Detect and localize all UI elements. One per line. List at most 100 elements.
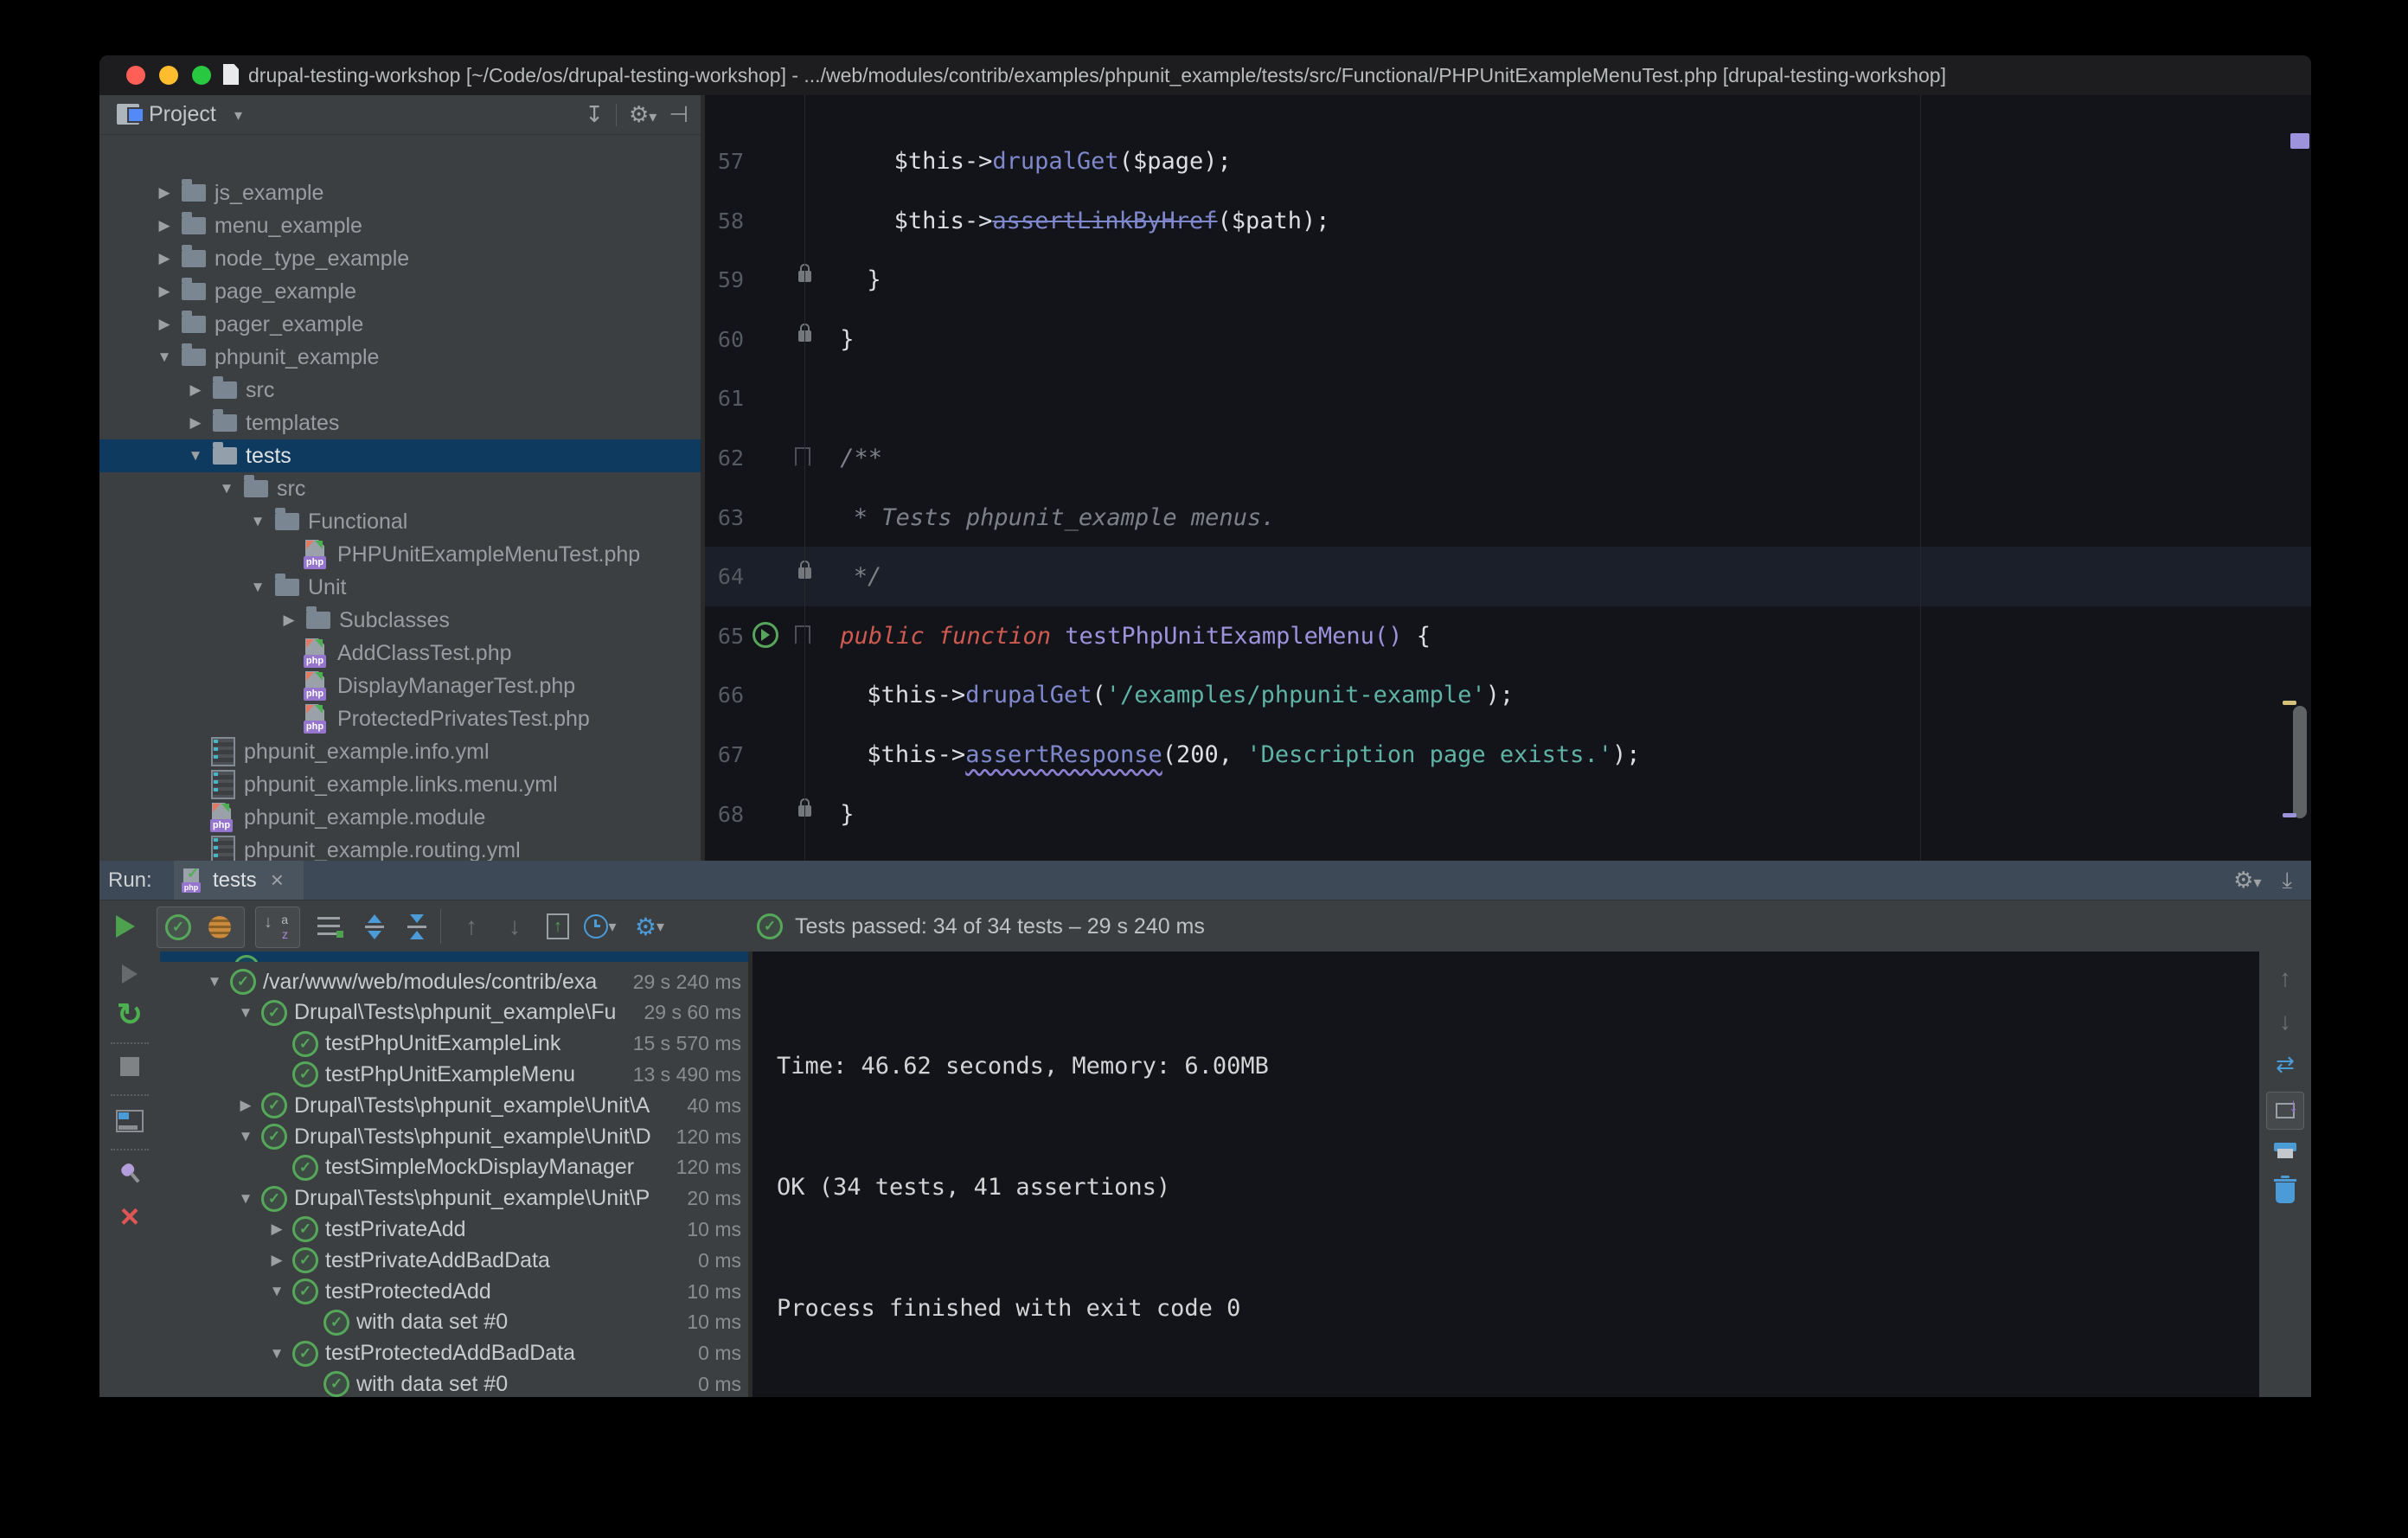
chevron-expanded-icon[interactable]: ▼ [185,447,206,465]
editor-line-58[interactable]: 58 $this->assertLinkByHref($path); [705,191,2311,251]
rerun-tests-button[interactable] [106,907,144,945]
project-tree-item-unit[interactable]: ▼ Unit [99,571,701,604]
editor-line-59[interactable]: 59} [705,250,2311,310]
chevron-collapsed-icon[interactable]: ▶ [185,414,206,432]
run-test-gutter-icon[interactable] [752,621,778,648]
chevron-expanded-icon[interactable]: ▼ [154,349,175,366]
editor-line-57[interactable]: 57 $this->drupalGet($page); [705,131,2311,191]
test-row-with-data-set-0[interactable]: with data set #0 0 ms [160,1368,748,1397]
restore-layout-icon[interactable] [99,1110,160,1132]
run-settings-gear-icon[interactable]: ⚙▾ [2233,867,2261,894]
collapse-all-icon[interactable] [398,907,436,945]
close-tab-icon[interactable]: × [271,867,284,894]
test-row-drupal-tests-phpunit-example-unit-p[interactable]: ▼ Drupal\Tests\phpunit_example\Unit\P 20 m… [160,1183,748,1214]
test-row-drupal-tests-phpunit-example-unit-d[interactable]: ▼ Drupal\Tests\phpunit_example\Unit\D 120 … [160,1121,748,1152]
project-tree-item-phpunit-example-info-yml[interactable]: phpunit_example.info.yml [99,735,701,768]
chevron-collapsed-icon[interactable]: ▶ [230,1097,261,1114]
editor-line-61[interactable]: 61 [705,368,2311,428]
close-window-button[interactable] [126,66,145,85]
test-root-row-partial[interactable] [160,952,748,962]
test-row-drupal-tests-phpunit-example-unit-a[interactable]: ▶ Drupal\Tests\phpunit_example\Unit\A 40 m… [160,1090,748,1121]
sort-alphabetically-toggle[interactable]: ↓ [255,907,300,948]
project-tree-item-src[interactable]: ▶ src [99,374,701,407]
show-passed-toggle[interactable] [157,914,199,940]
soft-wrap-icon[interactable]: ⇄ [2259,1051,2311,1078]
test-row-testphpunitexamplemenu[interactable]: testPhpUnitExampleMenu 13 s 490 ms [160,1059,748,1090]
chevron-expanded-icon[interactable]: ▼ [230,1004,261,1022]
pin-tab-icon[interactable] [99,1161,160,1189]
project-tree-item-phpunit-example[interactable]: ▼ phpunit_example [99,341,701,374]
next-failed-test-icon[interactable]: ↓ [496,907,534,945]
gear-icon[interactable]: ⚙▾ [629,101,656,128]
test-history-icon[interactable]: ▾ [581,907,619,945]
chevron-expanded-icon[interactable]: ▼ [230,1190,261,1208]
chevron-collapsed-icon[interactable]: ▶ [154,217,175,234]
editor-line-60[interactable]: 60} [705,310,2311,369]
chevron-expanded-icon[interactable]: ▼ [216,480,237,497]
project-panel-title[interactable]: Project [149,95,216,134]
scroll-up-icon[interactable]: ↑ [2259,964,2311,992]
test-row-testprotectedadd[interactable]: ▼ testProtectedAdd 10 ms [160,1276,748,1307]
stripe-tick-yellow[interactable] [2283,701,2296,705]
rerun-failed-tests-icon[interactable] [99,964,160,984]
project-tree-item-menu-example[interactable]: ▶ menu_example [99,209,701,242]
project-tree-item-tests[interactable]: ▼ tests [99,439,701,472]
project-tree-item-phpunitexamplemenutest-php[interactable]: php PHPUnitExampleMenuTest.php [99,538,701,571]
chevron-collapsed-icon[interactable]: ▶ [261,1221,292,1238]
project-tree-item-subclasses[interactable]: ▶ Subclasses [99,604,701,637]
chevron-down-icon[interactable]: ▾ [234,106,242,125]
chevron-expanded-icon[interactable]: ▼ [230,1128,261,1145]
editor-line-62[interactable]: 62 /** [705,428,2311,488]
chevron-collapsed-icon[interactable]: ▶ [185,381,206,399]
chevron-collapsed-icon[interactable]: ▶ [154,184,175,202]
stop-icon[interactable] [99,1057,160,1076]
previous-failed-test-icon[interactable]: ↑ [452,907,490,945]
test-row--var-www-web-modules-contrib-exa[interactable]: ▼ /var/www/web/modules/contrib/exa 29 s 24… [160,966,748,997]
scroll-to-end-icon[interactable] [2259,1092,2311,1130]
project-tree-item-phpunit-example-links-menu-yml[interactable]: phpunit_example.links.menu.yml [99,768,701,801]
project-tree-item-src[interactable]: ▼ src [99,472,701,505]
project-tree-item-displaymanagertest-php[interactable]: php DisplayManagerTest.php [99,670,701,702]
test-row-with-data-set-0[interactable]: with data set #0 10 ms [160,1307,748,1338]
rerun-icon[interactable]: ↻ [99,999,160,1030]
hide-panel-icon[interactable]: ⊣ [669,101,688,128]
test-row-testprivateaddbaddata[interactable]: ▶ testPrivateAddBadData 0 ms [160,1245,748,1276]
chevron-expanded-icon[interactable]: ▼ [261,1345,292,1362]
sort-by-duration-icon[interactable] [310,907,348,945]
project-tree-item-addclasstest-php[interactable]: php AddClassTest.php [99,637,701,670]
editor-line-66[interactable]: 66 $this->drupalGet('/examples/phpunit-ex… [705,665,2311,725]
run-tab-tests[interactable]: php ✓ tests × [174,861,304,900]
expand-all-icon[interactable] [355,907,394,945]
chevron-expanded-icon[interactable]: ▼ [199,973,230,990]
editor-line-64[interactable]: 64 */ [705,547,2311,607]
test-row-drupal-tests-phpunit-example-fu[interactable]: ▼ Drupal\Tests\phpunit_example\Fu 29 s 60 … [160,997,748,1029]
zoom-window-button[interactable] [192,66,211,85]
locate-file-icon[interactable]: ↧ [585,101,604,128]
chevron-expanded-icon[interactable]: ▼ [247,579,268,596]
chevron-collapsed-icon[interactable]: ▶ [154,316,175,333]
editor-line-67[interactable]: 67 $this->assertResponse(200, 'Descriptio… [705,725,2311,785]
chevron-collapsed-icon[interactable]: ▶ [279,612,299,629]
project-tree-item-js-example[interactable]: ▶ js_example [99,176,701,209]
test-row-testprotectedaddbaddata[interactable]: ▼ testProtectedAddBadData 0 ms [160,1338,748,1369]
chevron-expanded-icon[interactable]: ▼ [261,1283,292,1300]
clear-all-icon[interactable] [2259,1176,2311,1203]
project-tree-item-node-type-example[interactable]: ▶ node_type_example [99,242,701,275]
project-tree-item-page-example[interactable]: ▶ page_example [99,275,701,308]
project-tree-item-protectedprivatestest-php[interactable]: php ProtectedPrivatesTest.php [99,702,701,735]
editor-line-63[interactable]: 63 * Tests phpunit_example menus. [705,488,2311,548]
project-tree-item-functional[interactable]: ▼ Functional [99,505,701,538]
editor-line-69[interactable]: 69 [705,843,2311,861]
chevron-collapsed-icon[interactable]: ▶ [261,1252,292,1269]
project-tree-item-phpunit-example-routing-yml[interactable]: phpunit_example.routing.yml [99,834,701,861]
show-ignored-toggle[interactable] [199,916,240,939]
project-tree-item-phpunit-example-module[interactable]: php phpunit_example.module [99,801,701,834]
minimize-window-button[interactable] [159,66,178,85]
print-icon[interactable] [2259,1140,2311,1159]
test-options-gear-icon[interactable]: ⚙ ▾ [631,907,669,945]
editor-line-68[interactable]: 68} [705,785,2311,844]
code-editor[interactable]: 57 $this->drupalGet($page); 58 $this->asser… [705,95,2311,861]
dock-panel-icon[interactable]: ⤓ [2283,867,2293,894]
close-panel-icon[interactable]: × [99,1201,160,1234]
chevron-collapsed-icon[interactable]: ▶ [154,283,175,300]
